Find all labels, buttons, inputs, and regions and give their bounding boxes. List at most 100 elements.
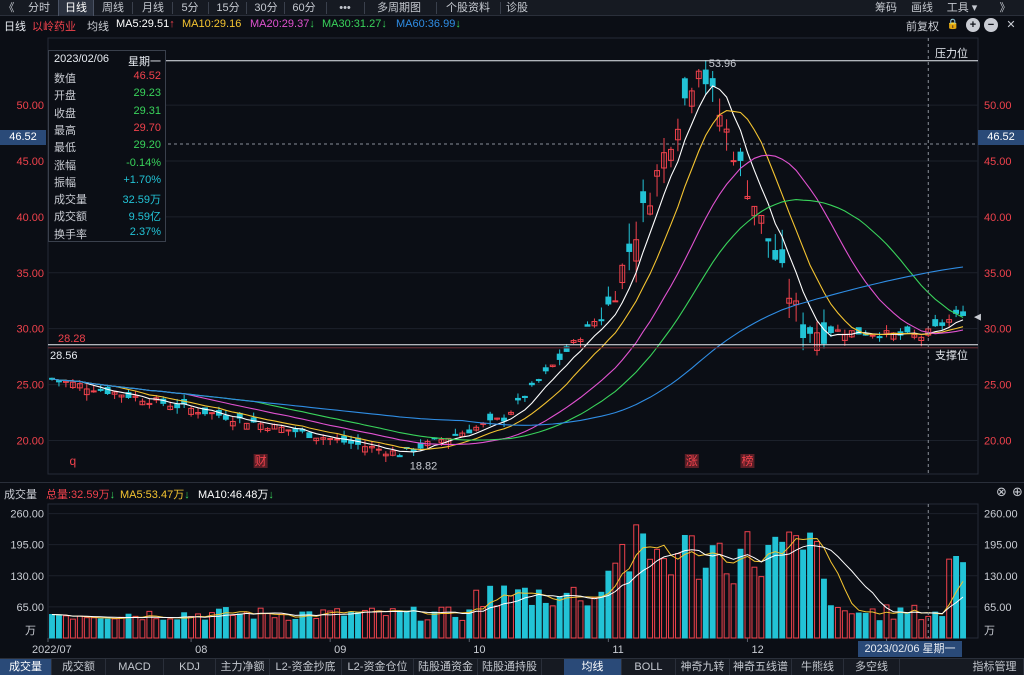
back-icon[interactable]: 《 [2,0,16,16]
candle-body [222,415,229,420]
tab-hk-holdings[interactable]: 陆股通持股 [478,659,542,675]
volume-bar [160,619,167,639]
panel-row-value: +1.70% [123,173,161,186]
latest-price-arrow-icon: ◀ [974,312,981,322]
candle-body [396,455,403,458]
y-tick-label-left: 25.00 [16,380,44,392]
diagnose-button[interactable]: 诊股 [502,0,532,16]
zoom-in-icon[interactable]: + [966,18,980,32]
tab-volume[interactable]: 成交量 [0,659,52,675]
tab-macd[interactable]: MACD [106,659,164,675]
volume-bar [97,618,104,639]
candle-body [452,433,459,436]
ma-label[interactable]: 均线 [87,18,109,34]
volume-bar [389,608,396,639]
tab-long-short[interactable]: 多空线 [844,659,900,675]
volume-bar [918,619,925,639]
volume-bar [633,524,640,639]
close-icon[interactable]: ✕ [1004,18,1018,32]
candle-body [292,428,299,433]
close-panel-icon[interactable]: ⊗ [996,484,1007,500]
tab-magic-nine[interactable]: 神奇九转 [676,659,730,675]
cursor-price-right: 46.52 [978,130,1024,145]
candle-body [709,78,716,87]
volume-bar [834,606,841,639]
chips-button[interactable]: 筹码 [870,0,902,16]
ma60-value: MA60:36.99↓ [396,18,461,30]
volume-bar [515,589,521,639]
tab-kdj[interactable]: KDJ [164,659,216,675]
volume-bar [807,532,813,639]
volume-bar [459,619,466,639]
tab-30min[interactable]: 30分 [250,0,282,16]
candle-body [535,379,542,382]
volume-bar [702,567,709,639]
volume-bar [174,619,181,639]
event-marker-text: q [70,454,77,468]
tab-magic-five[interactable]: 神奇五线谱 [730,659,792,675]
tab-main-net[interactable]: 主力净额 [216,659,270,675]
candle-body [334,438,341,441]
volume-y-tick-left: 130.00 [10,571,44,583]
volume-bar [556,596,563,639]
expand-panel-icon[interactable]: ⊕ [1012,484,1023,500]
volume-bar [375,610,382,639]
stock-info-button[interactable]: 个股资料 [440,0,496,16]
ma-info-row: 日线 以岭药业 均线 MA5:29.51↑ MA10:29.16 MA20:29… [0,16,1024,34]
data-tooltip-panel: 2023/02/06 星期一 数值 46.52 开盘 29.23 收盘 29.31 最高 29… [48,50,166,242]
volume-y-tick-left: 260.00 [10,509,44,521]
y-tick-label-right: 20.00 [984,435,1012,447]
volume-bar [570,586,577,639]
draw-button[interactable]: 画线 [906,0,938,16]
volume-unit-right: 万 [984,625,995,637]
volume-bar [855,612,862,639]
volume-bar [890,618,897,639]
volume-bar [695,578,702,639]
ma5-value: MA5:29.51↑ [116,18,175,30]
volume-bar [612,562,619,639]
x-tick-label: 11 [612,644,623,656]
tab-ma[interactable]: 均线 [564,659,622,675]
volume-bar [521,587,528,639]
x-tick-label: 12 [751,644,763,656]
tab-minute[interactable]: 分时 [22,0,56,16]
event-marker: 财 [253,454,268,468]
multi-period-button[interactable]: 多周期图 [368,0,430,16]
candle-body [56,380,62,383]
volume-bar [76,615,83,639]
y-tick-label-right: 35.00 [984,268,1012,280]
volume-bar [195,613,201,639]
tab-daily[interactable]: 日线 [58,0,94,16]
tab-weekly[interactable]: 周线 [96,0,130,16]
volume-bar [744,531,751,639]
volume-bar [403,610,410,639]
expand-icon[interactable]: 》 [990,0,1020,16]
tab-l2-position[interactable]: L2-资金仓位 [342,659,414,675]
tab-turnover[interactable]: 成交额 [52,659,106,675]
more-icon[interactable]: ••• [330,0,360,16]
volume-y-tick-left: 65.00 [16,602,44,614]
tab-60min[interactable]: 60分 [288,0,320,16]
tab-monthly[interactable]: 月线 [136,0,170,16]
volume-bar [69,618,76,639]
tab-5min[interactable]: 5分 [176,0,204,16]
tab-boll[interactable]: BOLL [622,659,676,675]
volume-bar [737,548,744,639]
tab-hk-funds[interactable]: 陆股通资金 [414,659,478,675]
candle-body [209,412,215,415]
tab-15min[interactable]: 15分 [212,0,244,16]
candle-body [174,403,181,409]
tab-l2-bottom[interactable]: L2-资金抄底 [270,659,342,675]
volume-chart[interactable]: 260.00 260.00 195.00 195.00 130.00 130.00 65.0… [0,500,1024,658]
indicator-manage-button[interactable]: 指标管理 [966,659,1024,675]
support-value-label: 28.56 [50,350,78,362]
y-tick-label-left: 20.00 [16,435,44,447]
tab-bull-bear[interactable]: 牛熊线 [792,659,844,675]
lock-icon[interactable]: 🔒 [946,18,960,32]
adjust-button[interactable]: 前复权 [906,18,939,34]
volume-y-tick-left: 195.00 [10,540,44,552]
tools-button[interactable]: 工具 ▾ [942,0,982,16]
volume-bar [862,612,869,639]
low-line-label: 28.28 [58,333,86,345]
zoom-out-icon[interactable]: − [984,18,998,32]
